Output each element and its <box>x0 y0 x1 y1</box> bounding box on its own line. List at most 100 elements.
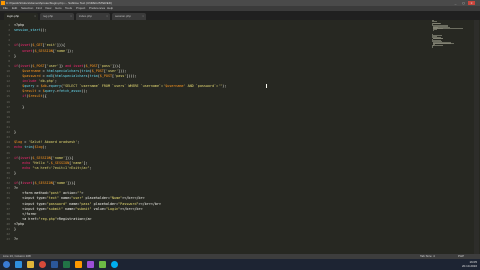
minimap-line <box>433 23 441 25</box>
code-line[interactable]: include 'db.php'; <box>14 79 57 83</box>
line-number: 14 <box>6 89 10 94</box>
player-icon[interactable] <box>99 261 106 268</box>
line-number: 40 <box>6 221 10 226</box>
code-line[interactable]: session_start(); <box>14 28 47 32</box>
line-number: 15 <box>6 94 10 99</box>
code-line[interactable]: <input type="text" name="user" placehold… <box>14 196 145 200</box>
code-line[interactable]: <?php <box>14 222 24 226</box>
line-number: 19 <box>6 114 10 119</box>
tab-session-php[interactable]: session.php × <box>112 13 146 20</box>
clock-date: 20.10.2016 <box>461 264 477 268</box>
tab-close-icon[interactable]: × <box>34 13 36 20</box>
code-line[interactable]: echo "<a href='?exit=1'>Exit</a>"; <box>14 166 91 170</box>
minimap-line <box>432 47 433 49</box>
code-line[interactable]: <?php <box>14 23 24 27</box>
skype-icon[interactable] <box>111 261 118 268</box>
line-number: 24 <box>6 140 10 145</box>
tab-reg-php[interactable]: reg.php × <box>40 13 74 20</box>
tab-login-php[interactable]: login.php × <box>4 13 38 20</box>
tab-label: login.php <box>7 14 20 18</box>
line-number: 18 <box>6 109 10 114</box>
code-editor[interactable]: <?php session_start(); if(isset($_GET['exi… <box>14 20 424 254</box>
maximize-button[interactable]: □ <box>460 1 467 5</box>
ie-icon[interactable] <box>15 261 22 268</box>
code-line[interactable]: if($result){ <box>14 94 47 98</box>
line-number: 30 <box>6 170 10 175</box>
code-line[interactable]: <a href="reg.php">Registration</a> <box>14 217 91 221</box>
code-line[interactable]: ?> <box>14 186 18 190</box>
line-number: 6 <box>8 48 10 53</box>
minimap-line <box>433 29 437 31</box>
line-number: 34 <box>6 191 10 196</box>
paint-icon[interactable] <box>87 261 94 268</box>
minimize-button[interactable]: _ <box>452 1 459 5</box>
line-number: 29 <box>6 165 10 170</box>
minimap[interactable] <box>432 20 468 50</box>
line-number: 42 <box>6 232 10 237</box>
code-line[interactable]: $password = md5(htmlspecialchars(trim($_… <box>14 74 136 78</box>
code-line[interactable]: if(isset($_SESSION['name'])){ <box>14 156 73 160</box>
line-number: 25 <box>6 145 10 150</box>
line-number: 5 <box>8 43 10 48</box>
tab-label: reg.php <box>43 14 54 18</box>
line-number: 32 <box>6 181 10 186</box>
word-icon[interactable] <box>51 261 58 268</box>
minimap-line <box>432 20 437 22</box>
line-number: 12 <box>6 79 10 84</box>
code-line[interactable]: echo "Hello ".$_SESSION['name']; <box>14 161 87 165</box>
code-line[interactable]: <input type="submit" name="submit" value… <box>14 207 143 211</box>
vertical-scrollbar[interactable] <box>474 20 479 254</box>
line-number: 16 <box>6 99 10 104</box>
code-line[interactable]: if(isset($_POST['user']) and isset($_POS… <box>14 64 120 68</box>
chrome-icon[interactable] <box>39 261 46 268</box>
line-number: 23 <box>6 135 10 140</box>
system-tray-clock[interactable]: 16:05 20.10.2016 <box>462 260 477 268</box>
excel-icon[interactable] <box>63 261 70 268</box>
tab-close-icon[interactable]: × <box>106 13 108 20</box>
line-number: 35 <box>6 196 10 201</box>
sublime-app-icon <box>1 1 5 5</box>
line-number: 2 <box>8 28 10 33</box>
code-line[interactable]: } <box>14 171 16 175</box>
minimap-line <box>433 38 444 40</box>
code-line[interactable]: $username = htmlspecialchars(trim($_POST… <box>14 69 126 73</box>
text-cursor <box>266 84 267 89</box>
code-line[interactable]: if(!isset($_SESSION['name'])){ <box>14 181 75 185</box>
code-line[interactable]: <form method="post" action=""> <box>14 191 83 195</box>
line-number: 28 <box>6 160 10 165</box>
code-line[interactable]: } <box>14 105 24 109</box>
line-number: 11 <box>6 74 10 78</box>
line-number: 9 <box>8 63 10 68</box>
line-number: 37 <box>6 206 10 211</box>
code-line[interactable]: $log = 'Salut! Aboard aradsesh'; <box>14 140 79 144</box>
code-line[interactable]: echo trim($log); <box>14 145 47 149</box>
line-number: 10 <box>6 68 10 73</box>
line-number: 43 <box>6 237 10 242</box>
close-button[interactable]: ✕ <box>468 1 475 5</box>
code-line[interactable]: if(isset($_GET['exit'])){ <box>14 43 65 47</box>
tab-close-icon[interactable]: × <box>142 13 144 20</box>
windows-start-icon[interactable] <box>3 261 10 268</box>
line-number: 8 <box>8 58 10 63</box>
code-line[interactable]: } <box>14 54 16 58</box>
tab-index-php[interactable]: index.php × <box>76 13 110 20</box>
code-line[interactable]: } <box>14 227 16 231</box>
code-line[interactable]: unset($_SESSION['name']); <box>14 49 73 53</box>
code-line[interactable]: $result = $query->fetch_assoc(); <box>14 89 87 93</box>
line-number: 39 <box>6 216 10 221</box>
sublime-icon[interactable] <box>75 261 82 268</box>
line-number: 21 <box>6 125 10 129</box>
explorer-icon[interactable] <box>27 261 34 268</box>
minimap-line <box>433 44 444 46</box>
tab-label: index.php <box>79 14 93 18</box>
line-number-gutter: 1 2 3 4 5 6 7 8 9 10 11 12 13 14 15 16 17 18 19 20 21 22 23 24 2… <box>0 20 12 254</box>
code-line[interactable]: </form> <box>14 212 36 216</box>
code-line[interactable]: ?> <box>14 237 18 241</box>
tab-close-icon[interactable]: × <box>70 13 72 20</box>
code-line[interactable]: } <box>14 130 16 134</box>
line-number: 13 <box>6 84 10 89</box>
code-line[interactable]: <input type="password" name="pass" place… <box>14 202 161 206</box>
line-number: 41 <box>6 227 10 231</box>
windows-taskbar: 16:05 20.10.2016 <box>0 259 480 270</box>
code-line[interactable]: $query = $db->query("SELECT `username` F… <box>14 84 226 88</box>
